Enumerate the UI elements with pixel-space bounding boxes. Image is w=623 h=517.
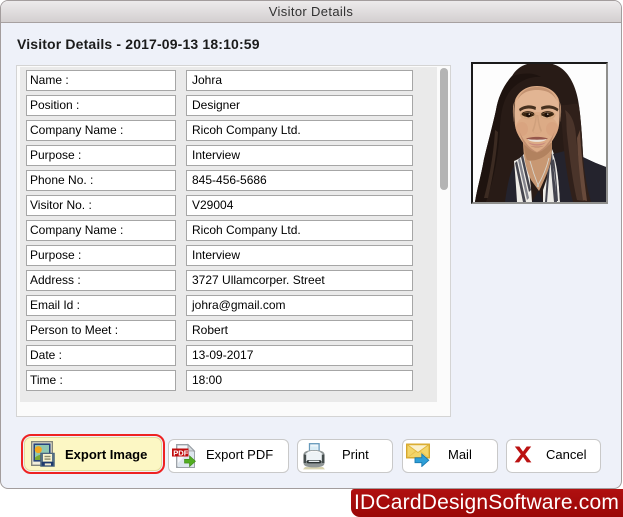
- svg-text:PDF: PDF: [173, 448, 189, 457]
